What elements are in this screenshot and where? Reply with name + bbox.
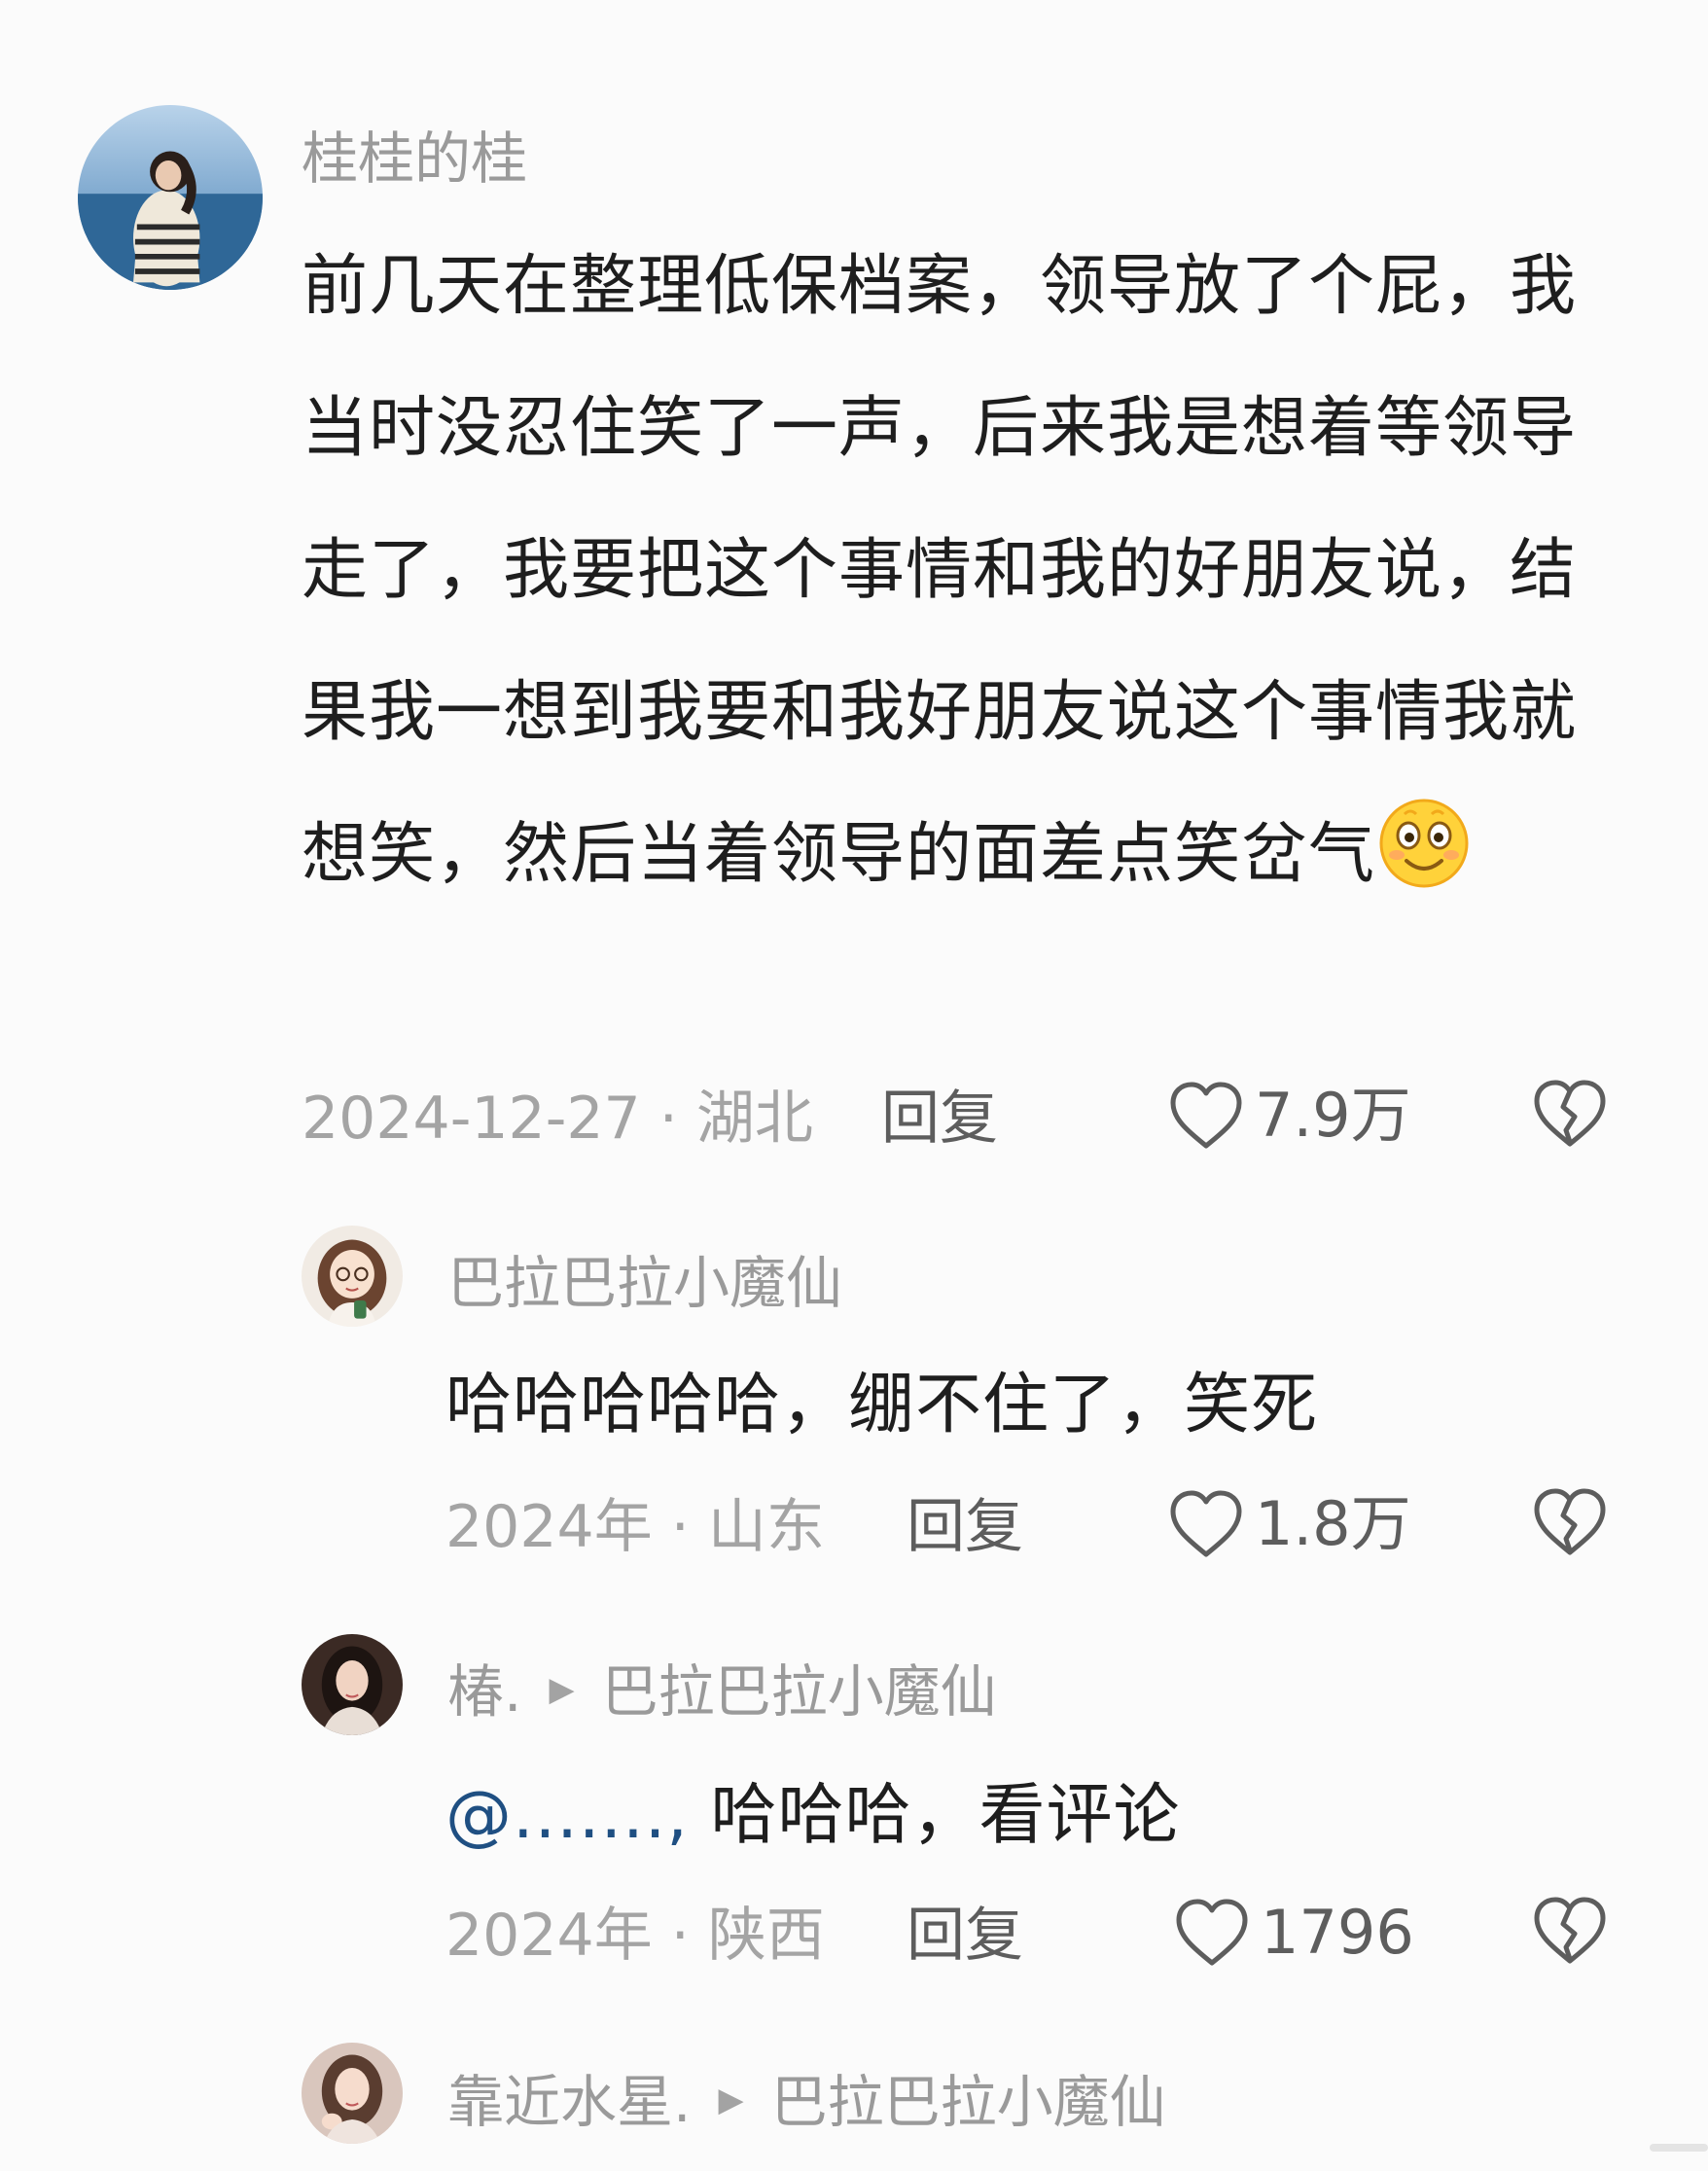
reply-to-username[interactable]: 巴拉巴拉小魔仙 — [602, 1658, 997, 1725]
dislike-button[interactable] — [1531, 1895, 1609, 1967]
reply-date-location: 2024年 · 陕西 — [445, 1902, 825, 1970]
reply-username-line: 椿. ▶ 巴拉巴拉小魔仙 — [447, 1663, 997, 1720]
avatar[interactable] — [78, 105, 263, 290]
avatar-cartoon-girl — [302, 1226, 403, 1327]
grinning-face-emoji-icon — [1375, 793, 1473, 890]
broken-heart-icon — [1534, 1897, 1606, 1964]
reply-text-content: 哈哈哈，看评论 — [688, 1777, 1181, 1854]
like-button[interactable]: 1.8万 — [1167, 1488, 1411, 1560]
comment-text: 前几天在整理低保档案，领导放了个屁，我当时没忍住笑了一声，后来我是想着等领导走了… — [302, 216, 1595, 926]
avatar-lake-photo — [78, 105, 263, 290]
broken-heart-icon — [1534, 1080, 1606, 1147]
like-count: 7.9万 — [1255, 1080, 1411, 1151]
reply-button[interactable]: 回复 — [907, 1498, 1023, 1556]
like-count: 1.8万 — [1255, 1488, 1411, 1559]
mention-link[interactable]: @......., — [445, 1777, 689, 1854]
triangle-right-icon: ▶ — [549, 1669, 575, 1709]
reply-username[interactable]: 椿. — [447, 1658, 521, 1725]
dislike-button[interactable] — [1531, 1078, 1609, 1150]
reply-username-line: 靠近水星. ▶ 巴拉巴拉小魔仙 — [447, 2074, 1166, 2130]
like-count: 1796 — [1261, 1897, 1414, 1968]
avatar-girl-photo — [302, 2043, 403, 2144]
scroll-indicator — [1650, 2144, 1708, 2152]
dislike-button[interactable] — [1531, 1486, 1609, 1558]
reply-button[interactable]: 回复 — [881, 1089, 998, 1148]
reply-text: @......., 哈哈哈，看评论 — [445, 1745, 1593, 1887]
avatar[interactable] — [302, 2043, 403, 2144]
comment-date-location: 2024-12-27 · 湖北 — [302, 1085, 813, 1153]
triangle-right-icon: ▶ — [718, 2080, 744, 2119]
like-button[interactable]: 1796 — [1173, 1897, 1414, 1969]
heart-outline-icon — [1176, 1899, 1248, 1966]
heart-outline-icon — [1170, 1082, 1242, 1149]
avatar[interactable] — [302, 1634, 403, 1735]
reply-text: 哈哈哈哈哈，绷不住了，笑死 — [445, 1367, 1319, 1443]
reply-username[interactable]: 巴拉巴拉小魔仙 — [447, 1255, 842, 1311]
reply-button[interactable]: 回复 — [907, 1906, 1023, 1965]
reply-to-username[interactable]: 巴拉巴拉小魔仙 — [771, 2069, 1166, 2135]
heart-outline-icon — [1170, 1490, 1242, 1557]
like-button[interactable]: 7.9万 — [1167, 1080, 1411, 1152]
reply-date-location: 2024年 · 山东 — [445, 1493, 825, 1561]
avatar-girl-photo — [302, 1634, 403, 1735]
avatar[interactable] — [302, 1226, 403, 1327]
broken-heart-icon — [1534, 1488, 1606, 1555]
comment-username[interactable]: 桂桂的桂 — [302, 130, 527, 187]
reply-username[interactable]: 靠近水星. — [447, 2069, 691, 2135]
